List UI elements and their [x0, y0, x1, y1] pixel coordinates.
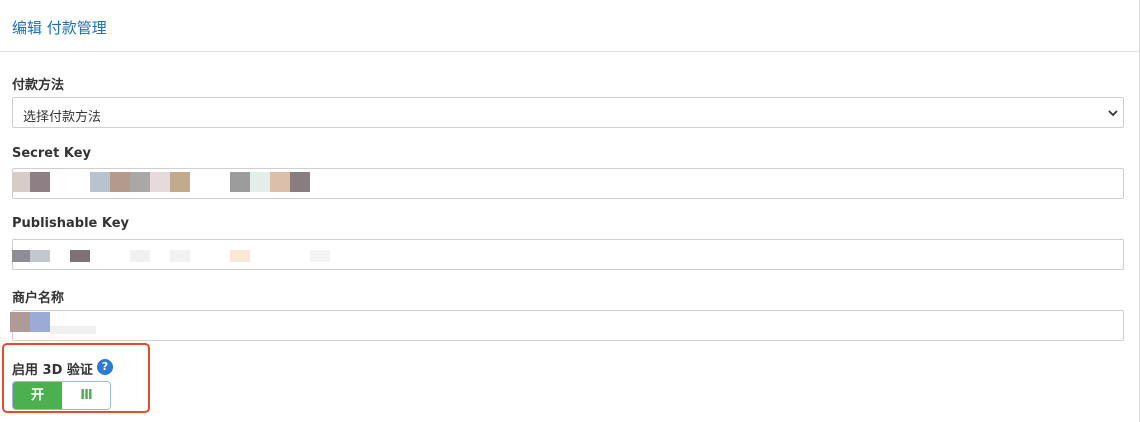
payment-method-label: 付款方法 [12, 78, 65, 93]
help-icon[interactable]: ? [97, 359, 113, 375]
enable-3d-toggle[interactable]: 开 III [12, 381, 111, 410]
chevron-down-icon [1108, 110, 1118, 117]
merchant-name-label: 商户名称 [12, 291, 65, 306]
toggle-on-label: 开 [13, 382, 62, 409]
payment-method-value: 选择付款方法 [23, 110, 102, 125]
toggle-handle-icon[interactable]: III [62, 382, 110, 409]
publishable-key-label: Publishable Key [12, 216, 130, 231]
merchant-name-input[interactable] [12, 310, 1124, 341]
page-title: 编辑 付款管理 [12, 19, 107, 37]
panel-header: 编辑 付款管理 [0, 0, 1139, 52]
payment-method-select[interactable]: 选择付款方法 [12, 97, 1124, 128]
secret-key-label: Secret Key [12, 146, 91, 161]
enable-3d-label: 启用 3D 验证 [12, 363, 93, 378]
